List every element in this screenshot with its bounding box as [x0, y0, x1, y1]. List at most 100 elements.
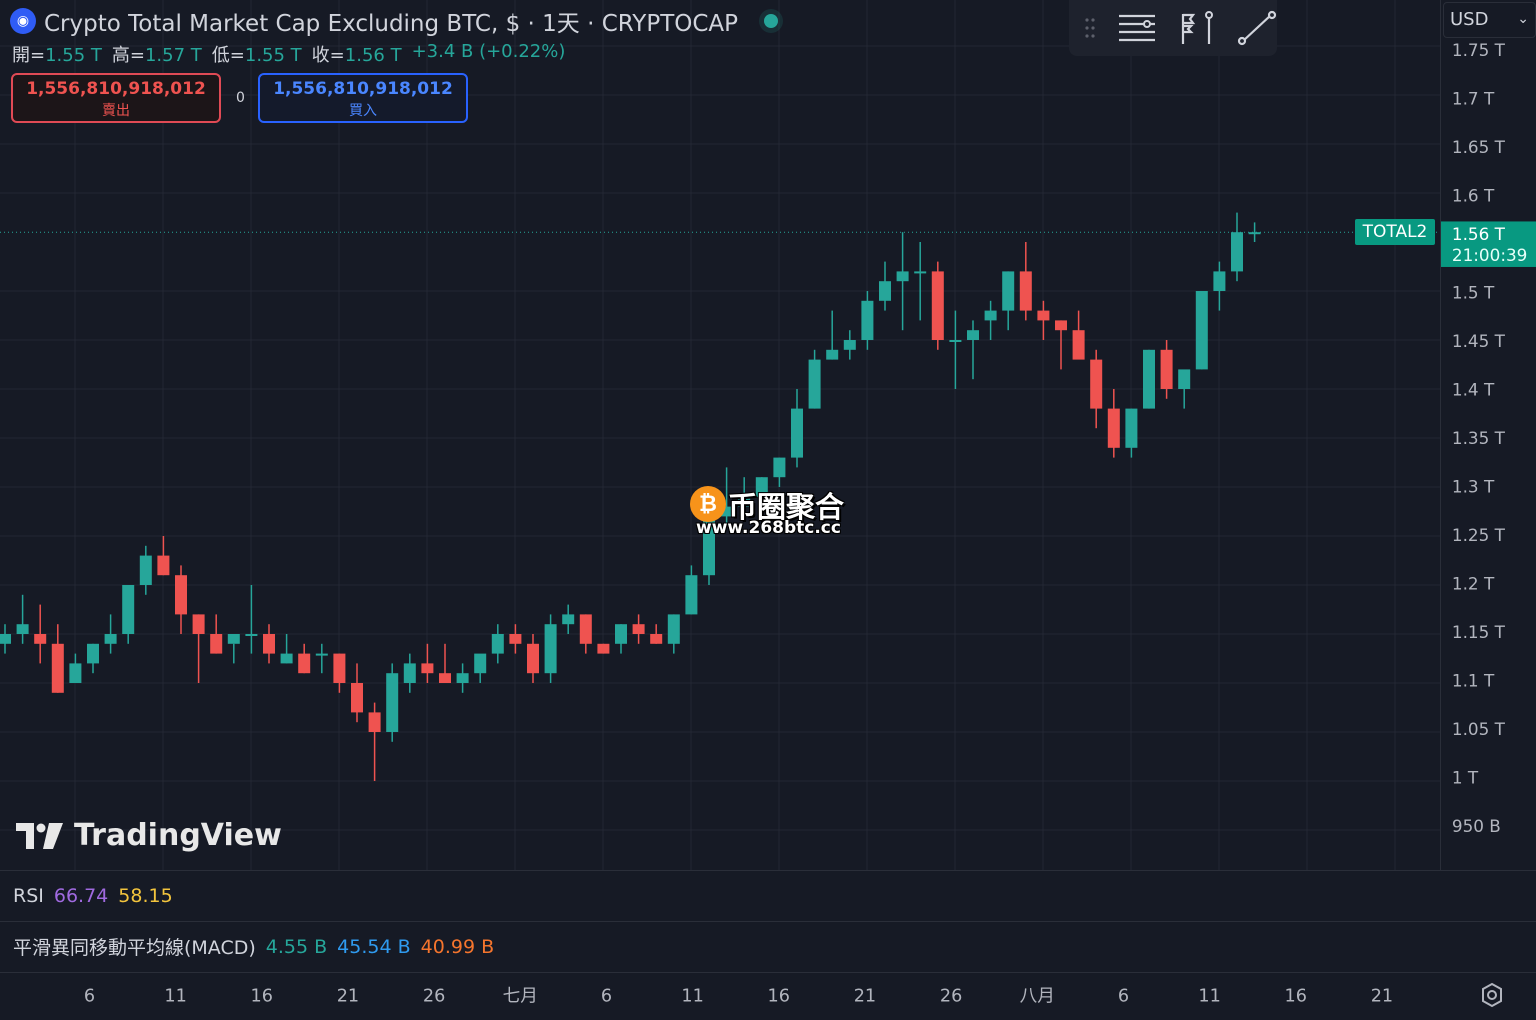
candle	[69, 653, 82, 683]
price-tick-label: 1.5 T	[1452, 282, 1495, 302]
open-value: 1.55 T	[45, 45, 102, 66]
candle	[562, 604, 575, 634]
cryptocap-logo-icon[interactable]: ◉	[10, 8, 36, 34]
candle-body	[527, 643, 539, 674]
candle	[509, 624, 522, 654]
candle-body	[931, 271, 944, 340]
price-tick-label: 1.2 T	[1452, 573, 1495, 593]
candle	[791, 389, 803, 468]
candle	[386, 663, 399, 742]
candle-body	[861, 300, 874, 340]
candle-body	[896, 271, 909, 282]
candle-body	[1213, 271, 1226, 291]
trend-line-icon[interactable]	[1237, 8, 1277, 48]
buy-button[interactable]: 1,556,810,918,012 買入	[258, 73, 468, 123]
time-tick-label: 26	[940, 986, 962, 1006]
candle-body	[509, 634, 522, 644]
candle-body	[685, 575, 698, 615]
last-price-value: 1.56 T	[1452, 224, 1506, 244]
candle	[949, 310, 962, 389]
candle	[16, 594, 29, 644]
candle-body	[843, 340, 856, 350]
candle	[34, 604, 47, 664]
candle-body	[104, 634, 117, 644]
candle-body	[826, 349, 839, 360]
candle-body	[597, 643, 610, 654]
symbol-title[interactable]: Crypto Total Market Cap Excluding BTC, $…	[44, 4, 738, 38]
candle-body	[791, 408, 803, 458]
macd-signal-value: 40.99 B	[420, 935, 495, 958]
candle-body	[1178, 369, 1191, 389]
candle	[333, 653, 346, 693]
close-value: 1.56 T	[344, 45, 402, 66]
price-tick-label: 1.3 T	[1452, 476, 1495, 496]
bitcoin-icon: ₿	[690, 486, 726, 522]
candle-body	[403, 663, 416, 683]
candle	[1019, 242, 1032, 321]
price-tick-label: 1.25 T	[1452, 525, 1506, 545]
candle-body	[967, 330, 979, 340]
tradingview-logo[interactable]: TradingView	[16, 818, 282, 853]
candle	[1072, 310, 1085, 360]
sell-button[interactable]: 1,556,810,918,012 賣出	[11, 73, 221, 123]
candle-body	[984, 310, 997, 321]
macd-line-value: 45.54 B	[337, 935, 411, 958]
candle-body	[34, 634, 47, 644]
candle-body	[210, 634, 223, 654]
price-axis[interactable]: 1.75 T 1.7 T 1.65 T 1.6 T 1.5 T 1.45 T 1.4 T 1.…	[1440, 0, 1536, 870]
price-tick-label: 1.15 T	[1452, 622, 1506, 642]
time-tick-label: 21	[1371, 986, 1393, 1006]
candle	[263, 624, 275, 664]
settings-gear-icon[interactable]	[1478, 981, 1506, 1009]
rsi-ma-value: 58.15	[118, 884, 173, 907]
candle-body	[879, 281, 891, 301]
symbol-label: TOTAL2	[1362, 222, 1428, 243]
candle-body	[1248, 232, 1261, 235]
candlestick-chart[interactable]	[0, 0, 1440, 870]
rsi-pane[interactable]: RSI 66.74 58.15	[0, 870, 1536, 920]
candle-body	[1160, 349, 1173, 389]
candle	[896, 232, 909, 331]
candle-body	[263, 634, 275, 654]
candle-body	[914, 271, 927, 274]
candle	[403, 653, 416, 693]
candle-body	[474, 653, 487, 674]
open-label: 開=	[12, 45, 46, 66]
candle-body	[808, 359, 821, 409]
time-tick-label: 八月	[1020, 986, 1055, 1006]
candle-body	[1090, 359, 1103, 409]
candle-body	[298, 653, 311, 674]
candle	[843, 330, 856, 360]
buy-label: 買入	[349, 103, 377, 119]
candle-body	[1107, 408, 1120, 448]
candle	[491, 624, 504, 664]
symbol-tag: TOTAL2	[1355, 219, 1435, 246]
macd-pane[interactable]: 平滑異同移動平均線(MACD) 4.55 B 45.54 B 40.99 B	[0, 921, 1536, 971]
candle	[157, 536, 170, 576]
candle	[773, 457, 786, 487]
candle-body	[439, 673, 451, 683]
lines-menu-icon[interactable]	[1117, 8, 1157, 48]
candle	[527, 634, 539, 683]
currency-select[interactable]: USD ⌄	[1443, 2, 1536, 38]
drag-handle-icon[interactable]	[1083, 8, 1097, 48]
candle	[1178, 369, 1191, 409]
time-tick-label: 16	[768, 986, 790, 1006]
candle-body	[1002, 271, 1015, 311]
time-tick-label: 11	[164, 986, 186, 1006]
flag-pole-icon[interactable]	[1177, 8, 1217, 48]
candle-body	[175, 575, 187, 615]
candle	[87, 643, 99, 674]
candle	[826, 310, 839, 360]
candle-body	[615, 624, 627, 644]
candle	[192, 614, 205, 683]
time-axis[interactable]: 6 11 16 21 26 七月 6 11 16 21 26 八月 6 11 16 21	[0, 972, 1536, 1020]
candle-body	[368, 712, 381, 732]
candle-body	[122, 585, 135, 634]
candle-body	[351, 683, 363, 713]
candle-body	[315, 653, 328, 656]
candle-body	[1072, 330, 1085, 360]
time-tick-label: 6	[601, 986, 612, 1006]
candle	[1090, 349, 1103, 429]
price-tick-label: 1.75 T	[1452, 40, 1506, 60]
